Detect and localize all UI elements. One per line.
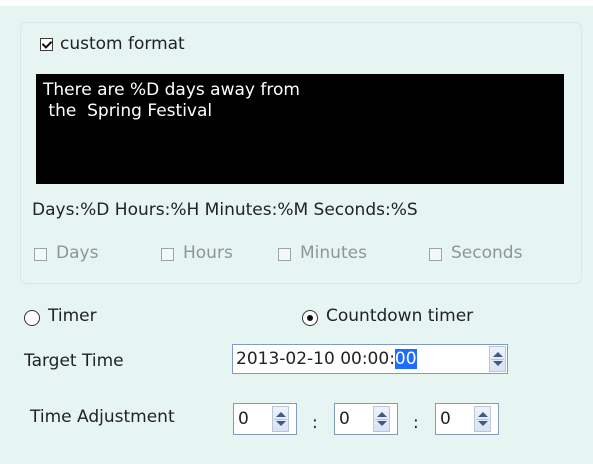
custom-format-label: custom format <box>60 34 185 54</box>
countdown-settings-panel: custom format There are %D days away fro… <box>0 0 593 464</box>
seconds-checkbox[interactable] <box>429 248 442 261</box>
adjust-minutes-stepper[interactable]: 0 <box>334 403 398 435</box>
hours-checkbox-label: Hours <box>183 243 233 263</box>
adjust-minutes-spinner[interactable] <box>373 406 390 432</box>
minutes-checkbox-label: Minutes <box>300 243 367 263</box>
countdown-timer-radio-label: Countdown timer <box>326 306 474 326</box>
spin-up-icon[interactable] <box>478 412 488 417</box>
time-separator: : <box>413 413 419 433</box>
spin-up-icon[interactable] <box>493 352 503 357</box>
timer-radio-label: Timer <box>48 306 97 326</box>
time-adjustment-label: Time Adjustment <box>30 407 175 427</box>
spin-up-icon[interactable] <box>276 412 286 417</box>
adjust-seconds-stepper[interactable]: 0 <box>435 403 499 435</box>
adjust-hours-value: 0 <box>238 409 249 429</box>
spin-down-icon[interactable] <box>377 421 387 426</box>
countdown-timer-radio[interactable] <box>302 310 318 326</box>
target-time-label: Target Time <box>24 351 124 371</box>
spin-down-icon[interactable] <box>276 421 286 426</box>
minutes-checkbox[interactable] <box>278 248 291 261</box>
time-separator: : <box>312 413 318 433</box>
days-checkbox[interactable] <box>34 248 47 261</box>
target-time-spinner[interactable] <box>489 346 506 372</box>
days-checkbox-label: Days <box>56 243 99 263</box>
adjust-seconds-spinner[interactable] <box>474 406 491 432</box>
top-band <box>0 0 593 6</box>
target-time-value: 2013-02-10 00:00:00 <box>236 349 417 369</box>
seconds-checkbox-label: Seconds <box>451 243 523 263</box>
spin-up-icon[interactable] <box>377 412 387 417</box>
spin-down-icon[interactable] <box>493 361 503 366</box>
hours-checkbox[interactable] <box>161 248 174 261</box>
adjust-seconds-value: 0 <box>440 409 451 429</box>
target-time-picker[interactable]: 2013-02-10 00:00:00 <box>232 344 508 374</box>
timer-radio[interactable] <box>24 310 40 326</box>
custom-format-checkbox[interactable] <box>40 38 53 51</box>
spin-down-icon[interactable] <box>478 421 488 426</box>
target-time-selected-field: 00 <box>394 349 417 369</box>
format-hint-text: Days:%D Hours:%H Minutes:%M Seconds:%S <box>32 200 418 220</box>
adjust-hours-stepper[interactable]: 0 <box>233 403 297 435</box>
adjust-minutes-value: 0 <box>339 409 350 429</box>
format-text-editor[interactable]: There are %D days away from the Spring F… <box>36 74 564 184</box>
adjust-hours-spinner[interactable] <box>272 406 289 432</box>
